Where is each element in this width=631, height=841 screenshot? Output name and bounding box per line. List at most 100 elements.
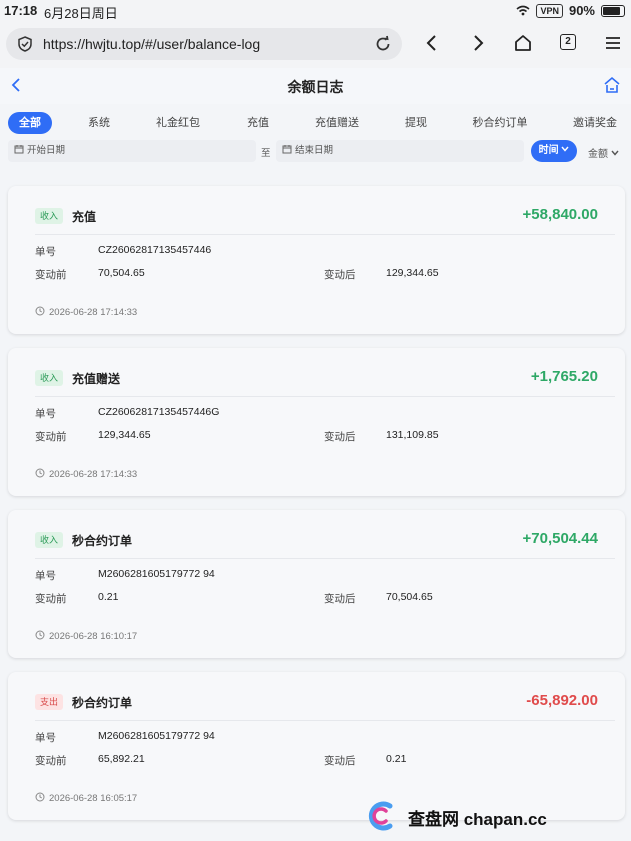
order-no-value: CZ26062817135457446G: [98, 406, 220, 418]
chevron-down-icon: [561, 146, 569, 152]
record-amount: +70,504.44: [522, 530, 599, 547]
home-outline-icon[interactable]: [603, 76, 621, 94]
address-bar[interactable]: https://hwjtu.top/#/user/balance-log: [6, 28, 402, 60]
battery-percent: 90%: [568, 3, 595, 18]
home-icon[interactable]: [513, 33, 533, 53]
back-icon[interactable]: [425, 33, 439, 53]
start-date-placeholder: 开始日期: [27, 145, 66, 156]
order-no-label: 单号: [35, 246, 56, 258]
calendar-icon: [282, 145, 292, 154]
clock-icon: [35, 630, 45, 640]
clock-icon: [35, 792, 45, 802]
sort-time-label: 时间: [538, 145, 559, 156]
tab-recharge[interactable]: 充值: [240, 112, 276, 134]
filters-bar: 开始日期 至 结束日期 时间 金额: [0, 140, 631, 164]
tab-system[interactable]: 系统: [78, 112, 120, 134]
menu-icon[interactable]: [604, 33, 622, 53]
expense-badge: 支出: [35, 694, 63, 710]
url-text: https://hwjtu.top/#/user/balance-log: [43, 36, 261, 52]
before-label: 变动前: [35, 593, 67, 605]
balance-record-card[interactable]: 收入 充值赠送 +1,765.20 单号 CZ26062817135457446…: [8, 348, 625, 496]
wifi-icon: [516, 5, 530, 16]
category-tabs: 全部 系统 礼金红包 充值 充值赠送 提现 秒合约订单 邀请奖金: [0, 108, 631, 136]
record-timestamp: 2026-06-28 17:14:33: [35, 306, 137, 318]
divider: [35, 558, 615, 559]
order-no-value: CZ26062817135457446: [98, 244, 212, 256]
order-no-value: M2606281605179772 94: [98, 568, 215, 580]
record-timestamp: 2026-06-28 16:05:17: [35, 792, 137, 804]
after-value: 129,344.65: [386, 267, 439, 279]
browser-bar: https://hwjtu.top/#/user/balance-log 2: [0, 22, 631, 68]
after-value: 131,109.85: [386, 429, 439, 441]
start-date-input[interactable]: 开始日期: [8, 140, 256, 162]
before-value: 0.21: [98, 591, 119, 603]
sort-time-button[interactable]: 时间: [531, 140, 577, 162]
timestamp-text: 2026-06-28 17:14:33: [49, 307, 138, 318]
order-no-label: 单号: [35, 732, 56, 744]
divider: [35, 396, 615, 397]
income-badge: 收入: [35, 370, 63, 386]
record-title: 充值赠送: [72, 372, 121, 386]
tab-gift[interactable]: 礼金红包: [152, 112, 204, 134]
balance-record-card[interactable]: 收入 秒合约订单 +70,504.44 单号 M2606281605179772…: [8, 510, 625, 658]
before-value: 70,504.65: [98, 267, 145, 279]
after-label: 变动后: [324, 269, 356, 281]
record-timestamp: 2026-06-28 17:14:33: [35, 468, 137, 480]
balance-record-card[interactable]: 收入 充值 +58,840.00 单号 CZ26062817135457446 …: [8, 186, 625, 334]
order-no-label: 单号: [35, 570, 56, 582]
status-right: VPN 90%: [516, 3, 625, 18]
after-label: 变动后: [324, 593, 356, 605]
before-value: 129,344.65: [98, 429, 151, 441]
record-title: 充值: [72, 210, 97, 224]
record-amount: +1,765.20: [530, 368, 598, 385]
end-date-placeholder: 结束日期: [295, 145, 334, 156]
timestamp-text: 2026-06-28 17:14:33: [49, 469, 138, 480]
calendar-icon: [14, 145, 24, 154]
before-value: 65,892.21: [98, 753, 145, 765]
before-label: 变动前: [35, 269, 67, 281]
clock-icon: [35, 468, 45, 478]
clock-icon: [35, 306, 45, 316]
balance-record-card[interactable]: 支出 秒合约订单 -65,892.00 单号 M2606281605179772…: [8, 672, 625, 820]
date-range-separator: 至: [261, 148, 271, 159]
watermark-logo: 查盘网 chapan.cc: [360, 800, 590, 832]
status-bar: 17:18 6月28日周日 VPN 90%: [0, 0, 631, 22]
shield-check-icon: [18, 36, 32, 52]
tab-all[interactable]: 全部: [8, 112, 52, 134]
record-timestamp: 2026-06-28 16:10:17: [35, 630, 137, 642]
battery-icon: [601, 4, 625, 17]
after-value: 70,504.65: [386, 591, 433, 603]
watermark-text: 查盘网 chapan.cc: [408, 810, 547, 829]
record-title: 秒合约订单: [72, 534, 133, 548]
order-no-value: M2606281605179772 94: [98, 730, 215, 742]
after-label: 变动后: [324, 755, 356, 767]
sort-amount-label: 金额: [588, 149, 608, 160]
status-date: 6月28日周日: [44, 6, 118, 21]
divider: [35, 720, 615, 721]
tab-contract-order[interactable]: 秒合约订单: [468, 112, 532, 134]
reload-icon[interactable]: [374, 35, 392, 53]
record-amount: -65,892.00: [526, 692, 598, 709]
income-badge: 收入: [35, 208, 63, 224]
chevron-down-icon: [611, 150, 619, 156]
timestamp-text: 2026-06-28 16:05:17: [49, 793, 138, 804]
before-label: 变动前: [35, 431, 67, 443]
after-label: 变动后: [324, 431, 356, 443]
vpn-badge: VPN: [536, 3, 563, 18]
sort-amount-button[interactable]: 金额: [588, 145, 619, 160]
after-value: 0.21: [386, 753, 407, 765]
tab-invite-bonus[interactable]: 邀请奖金: [566, 112, 624, 134]
forward-icon[interactable]: [471, 33, 485, 53]
page-header: 余额日志: [0, 68, 631, 104]
tab-recharge-bonus[interactable]: 充值赠送: [310, 112, 364, 134]
timestamp-text: 2026-06-28 16:10:17: [49, 631, 138, 642]
page-title: 余额日志: [287, 79, 344, 95]
before-label: 变动前: [35, 755, 67, 767]
tabs-count-button[interactable]: 2: [560, 34, 576, 50]
tab-withdraw[interactable]: 提现: [398, 112, 434, 134]
order-no-label: 单号: [35, 408, 56, 420]
logo-c-icon: [368, 801, 393, 831]
status-time: 17:18: [4, 3, 38, 18]
end-date-input[interactable]: 结束日期: [276, 140, 524, 162]
record-title: 秒合约订单: [72, 696, 133, 710]
